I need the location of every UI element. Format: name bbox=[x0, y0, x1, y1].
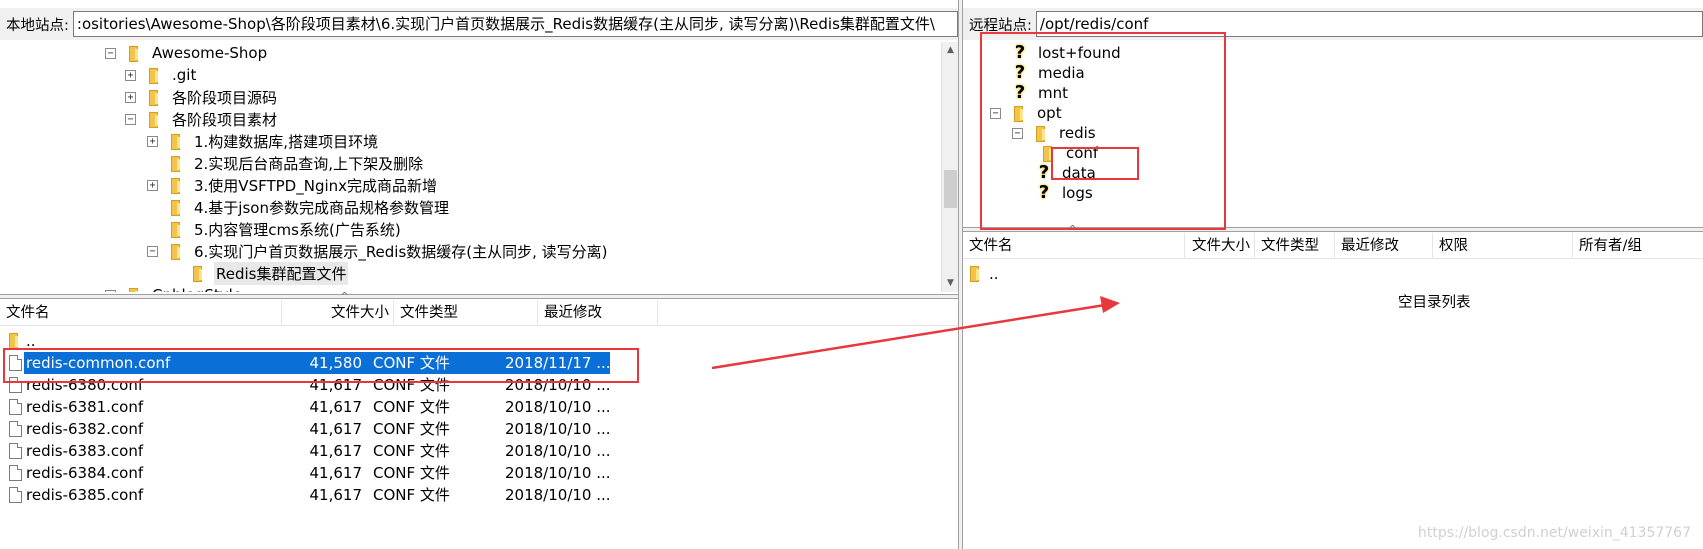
annotation-arrow bbox=[711, 296, 1120, 370]
watermark: https://blog.csdn.net/weixin_41357767 bbox=[1417, 525, 1691, 541]
ftp-client-window: 本地站点: :ositories\Awesome-Shop\各阶段项目素材\6.… bbox=[0, 0, 1703, 549]
